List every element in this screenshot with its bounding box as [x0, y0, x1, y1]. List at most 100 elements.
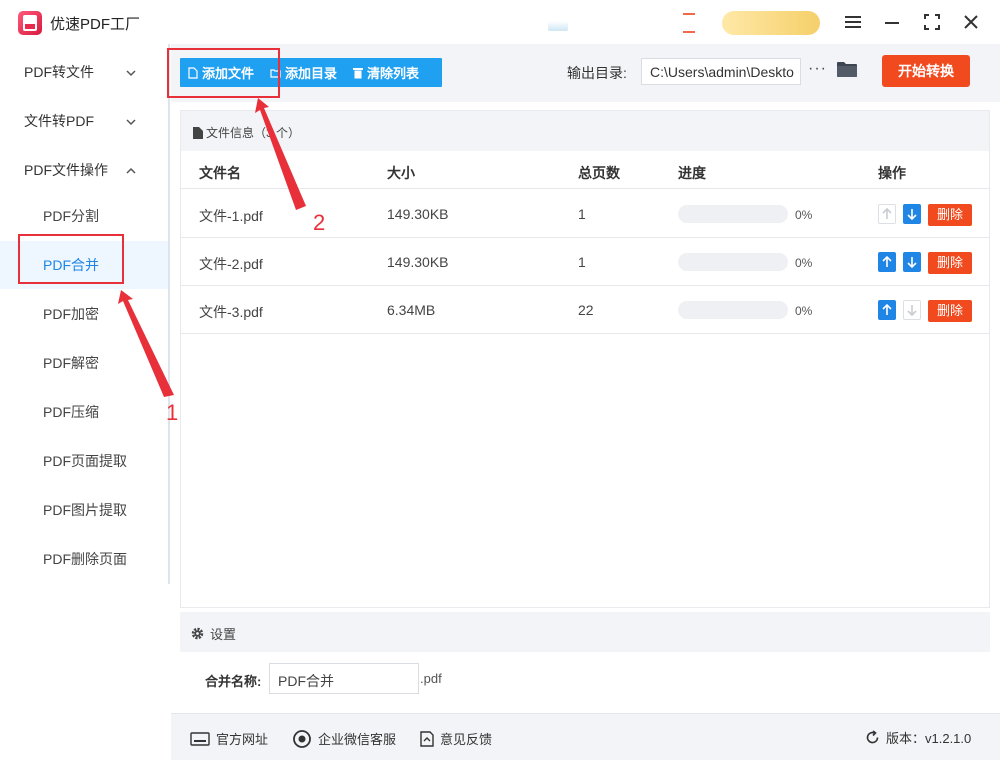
annotation-box-add-file: [167, 48, 280, 98]
feedback-link[interactable]: 意见反馈: [420, 729, 492, 748]
file-name: 文件-1.pdf: [199, 208, 263, 224]
delete-button[interactable]: 删除: [928, 300, 972, 322]
arrow-down-icon: [907, 209, 917, 220]
col-header-pages: 总页数: [578, 165, 620, 181]
website-link[interactable]: 官方网址: [190, 729, 268, 748]
chevron-down-icon[interactable]: [126, 114, 136, 129]
progress-bar: [678, 205, 788, 223]
chevron-down-icon[interactable]: [126, 65, 136, 80]
file-info-title: 文件信息（3 个）: [193, 124, 300, 141]
wechat-support-link[interactable]: 企业微信客服: [292, 729, 396, 748]
sidebar-group-pdf-to-file[interactable]: PDF转文件: [24, 62, 94, 82]
move-down-button: [903, 300, 921, 320]
arrow-down-icon: [907, 257, 917, 268]
sidebar-item-pdf-split[interactable]: PDF分割: [0, 192, 168, 240]
more-options-button[interactable]: ···: [808, 60, 827, 78]
table-row[interactable]: 文件-3.pdf 6.34MB 22 0% 删除: [181, 286, 989, 334]
annotation-step-2: 2: [313, 210, 326, 235]
chevron-up-icon[interactable]: [126, 163, 136, 178]
delete-button[interactable]: 删除: [928, 204, 972, 226]
settings-body: 合并名称: PDF合并 .pdf: [180, 652, 990, 704]
start-convert-button[interactable]: 开始转换: [882, 55, 970, 87]
menu-icon[interactable]: [840, 10, 866, 34]
table-row[interactable]: 文件-1.pdf 149.30KB 1 0% 删除: [181, 190, 989, 238]
sidebar-group-label: PDF文件操作: [24, 162, 108, 178]
arrow-up-icon: [882, 208, 892, 219]
move-up-button[interactable]: [878, 300, 896, 320]
merge-name-input[interactable]: PDF合并: [269, 663, 419, 694]
arrow-down-icon: [907, 305, 917, 316]
output-dir-input[interactable]: C:\Users\admin\Deskto: [641, 58, 801, 85]
progress-percent: 0%: [795, 256, 813, 270]
move-up-button: [878, 204, 896, 224]
website-label: 官方网址: [216, 732, 269, 747]
file-list-panel: 文件信息（3 个） 文件名 大小 总页数 进度 操作 文件-1.pdf 149.…: [180, 110, 990, 608]
output-dir-label: 输出目录:: [567, 65, 627, 81]
move-down-button[interactable]: [903, 252, 921, 272]
move-down-button[interactable]: [903, 204, 921, 224]
folder-icon[interactable]: [837, 61, 857, 81]
file-size: 149.30KB: [387, 254, 449, 270]
sidebar-group-pdf-ops[interactable]: PDF文件操作: [24, 160, 108, 180]
col-header-actions: 操作: [878, 165, 906, 181]
cloud-icon[interactable]: [548, 21, 568, 31]
annotation-step-1: 1: [166, 400, 179, 425]
progress-bar: [678, 253, 788, 271]
version-label: 版本：v1.2.1.0: [886, 731, 972, 746]
arrow-up-icon: [882, 304, 892, 315]
file-name: 文件-3.pdf: [199, 304, 263, 320]
sidebar-item-pdf-compress[interactable]: PDF压缩: [0, 388, 168, 436]
footer: 官方网址 企业微信客服 意见反馈 版本：v1.2.1.0: [171, 713, 1000, 760]
toolbar: 添加文件 添加目录 清除列表 输出目录: C:\Users\admin\Desk…: [171, 44, 1000, 102]
annotation-box-pdf-merge: [18, 234, 124, 284]
gear-icon: [191, 627, 204, 640]
settings-bar: 设置: [180, 612, 990, 652]
col-header-progress: 进度: [678, 165, 706, 181]
file-info-bar: 文件信息（3 个）: [181, 111, 989, 151]
progress-percent: 0%: [795, 208, 813, 222]
feedback-icon: [420, 730, 434, 747]
clear-list-button[interactable]: 清除列表: [345, 58, 427, 87]
move-up-button[interactable]: [878, 252, 896, 272]
feedback-label: 意见反馈: [440, 732, 493, 747]
clear-list-label: 清除列表: [367, 66, 420, 81]
sidebar-item-pdf-delete-page[interactable]: PDF删除页面: [0, 535, 168, 583]
settings-label: 设置: [210, 627, 237, 642]
delete-button[interactable]: 删除: [928, 252, 972, 274]
file-pages: 1: [578, 206, 586, 222]
version-info: 版本：v1.2.1.0: [865, 728, 971, 747]
sidebar-item-pdf-encrypt[interactable]: PDF加密: [0, 290, 168, 338]
progress-bar: [678, 301, 788, 319]
app-logo-icon: [18, 11, 42, 35]
table-row[interactable]: 文件-2.pdf 149.30KB 1 0% 删除: [181, 238, 989, 286]
table-header: 文件名 大小 总页数 进度 操作: [181, 151, 989, 189]
file-pages: 1: [578, 254, 586, 270]
minimize-icon[interactable]: [879, 10, 905, 34]
document-icon: [193, 126, 203, 139]
promo-icon[interactable]: [683, 13, 695, 33]
sidebar-item-pdf-decrypt[interactable]: PDF解密: [0, 339, 168, 387]
sidebar-item-pdf-image-extract[interactable]: PDF图片提取: [0, 486, 168, 534]
file-name: 文件-2.pdf: [199, 256, 263, 272]
maximize-icon[interactable]: [919, 10, 945, 34]
file-pages: 22: [578, 302, 594, 318]
trash-icon: [353, 67, 364, 78]
col-header-name: 文件名: [199, 165, 241, 181]
file-info-count: 文件信息（3 个）: [206, 126, 301, 140]
sidebar-group-file-to-pdf[interactable]: 文件转PDF: [24, 111, 94, 131]
sidebar-group-label: 文件转PDF: [24, 113, 94, 129]
arrow-up-icon: [882, 256, 892, 267]
website-icon: [190, 731, 210, 746]
file-size: 6.34MB: [387, 302, 436, 318]
sidebar-group-label: PDF转文件: [24, 64, 94, 80]
sidebar-item-pdf-page-extract[interactable]: PDF页面提取: [0, 437, 168, 485]
app-title: 优速PDF工厂: [50, 16, 141, 33]
settings-title: 设置: [191, 624, 236, 643]
chat-icon: [293, 729, 311, 748]
vip-badge[interactable]: [722, 11, 820, 35]
sidebar: PDF转文件 文件转PDF PDF文件操作 PDF分割 PDF合并 PDF加密 …: [0, 44, 170, 584]
merge-name-extension: .pdf: [420, 671, 442, 686]
title-bar: 优速PDF工厂: [0, 0, 1000, 44]
close-icon[interactable]: [958, 10, 984, 34]
refresh-icon[interactable]: [865, 730, 880, 745]
